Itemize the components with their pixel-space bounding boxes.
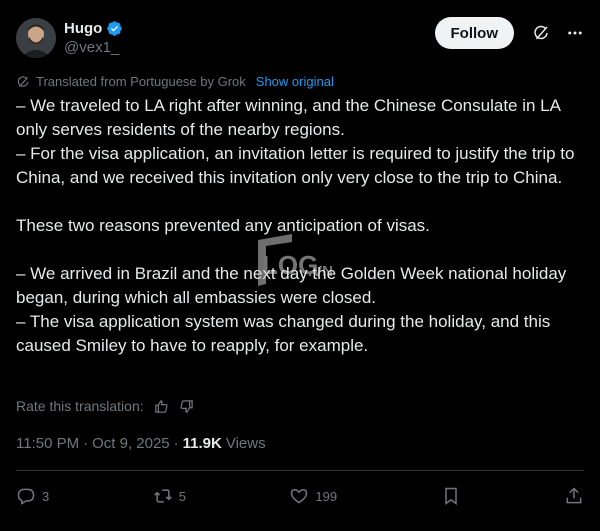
verified-badge-icon	[107, 21, 123, 36]
like-icon	[291, 488, 308, 504]
post-paragraph: – We traveled to LA right after winning,…	[16, 96, 561, 139]
name-row: Hugo	[64, 20, 123, 37]
user-info: Hugo @vex1_	[64, 20, 123, 56]
translation-notice: Translated from Portuguese by Grok Show …	[16, 74, 334, 89]
post-header: Hugo @vex1_ Follow	[16, 16, 584, 60]
repost-icon	[153, 489, 172, 503]
post-time[interactable]: 11:50 PM	[16, 435, 79, 452]
grok-icon[interactable]	[532, 24, 550, 42]
post-body: – We traveled to LA right after winning,…	[16, 94, 584, 358]
share-button[interactable]	[564, 486, 584, 506]
bookmark-icon	[444, 487, 457, 505]
grok-small-icon	[17, 75, 29, 87]
views-count[interactable]: 11.9K	[183, 435, 222, 452]
repost-button[interactable]: 5	[153, 486, 186, 506]
post-meta: 11:50 PM · Oct 9, 2025 · 11.9K Views	[16, 435, 266, 452]
svg-text:.VN: .VN	[308, 263, 333, 280]
action-bar: 3 5 199	[16, 482, 584, 510]
post-paragraph: – For the visa application, an invitatio…	[16, 144, 575, 187]
thumbs-up-icon[interactable]	[154, 399, 169, 414]
watermark-logo: LOG .VN	[258, 234, 333, 286]
reply-count: 3	[42, 488, 50, 504]
post-date[interactable]: Oct 9, 2025	[92, 435, 170, 452]
like-count: 199	[315, 488, 338, 504]
avatar[interactable]	[16, 18, 56, 58]
views-label: Views	[225, 435, 266, 452]
post-paragraph: – The visa application system was change…	[16, 312, 551, 355]
meta-separator: ·	[83, 435, 89, 452]
share-icon	[566, 487, 582, 504]
rate-translation: Rate this translation:	[16, 398, 194, 414]
bookmark-button[interactable]	[441, 486, 461, 506]
divider	[16, 470, 584, 471]
reply-button[interactable]: 3	[16, 486, 49, 506]
show-original-link[interactable]: Show original	[256, 74, 334, 89]
repost-count: 5	[178, 488, 186, 504]
translation-text: Translated from Portuguese by Grok	[36, 74, 246, 89]
follow-button[interactable]: Follow	[434, 17, 514, 49]
like-button[interactable]: 199	[289, 486, 337, 506]
display-name[interactable]: Hugo	[64, 20, 102, 37]
more-icon[interactable]	[566, 24, 584, 42]
meta-separator: ·	[173, 435, 179, 452]
reply-icon	[17, 488, 35, 505]
user-handle[interactable]: @vex1_	[64, 39, 123, 56]
thumbs-down-icon[interactable]	[179, 399, 194, 414]
rate-label: Rate this translation:	[16, 398, 144, 414]
